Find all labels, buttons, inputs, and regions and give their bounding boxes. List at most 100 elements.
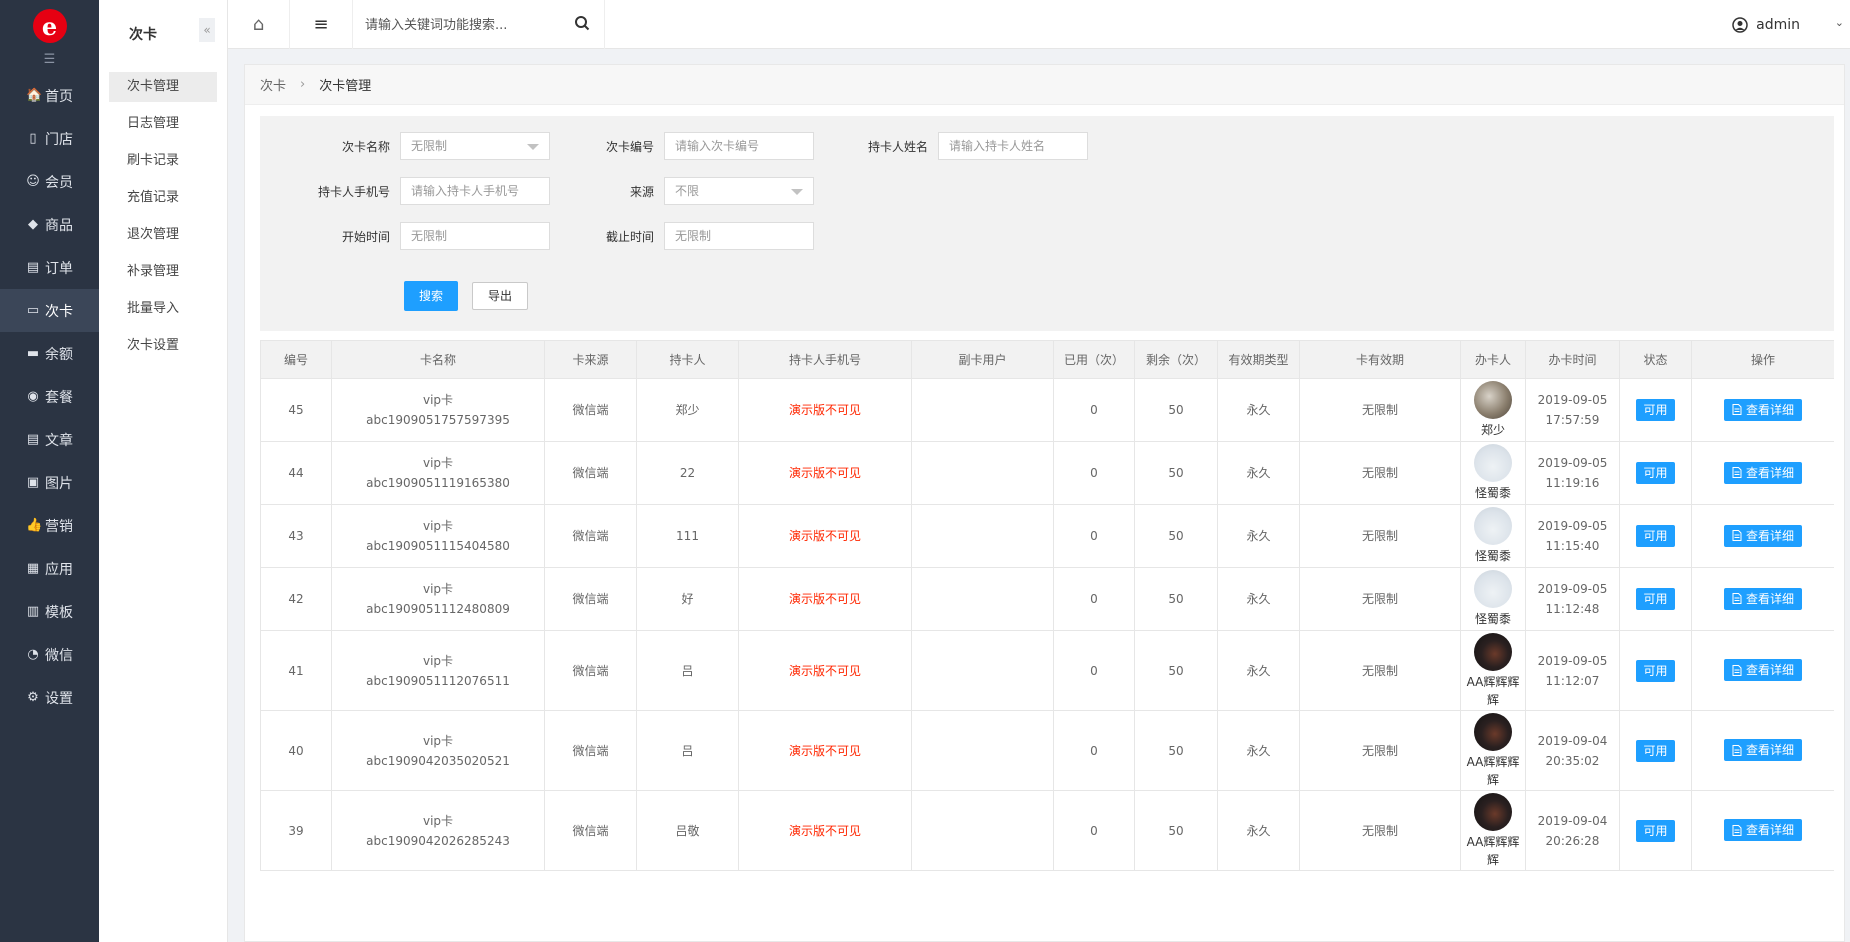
- create-date: 2019-09-05: [1537, 456, 1608, 470]
- cell-sub-user: [911, 504, 1054, 568]
- create-time: 17:57:59: [1545, 413, 1600, 427]
- nav-item-13[interactable]: ◔ 微信: [0, 633, 99, 676]
- column-header: 卡有效期: [1299, 340, 1461, 379]
- subnav-item-0[interactable]: 次卡管理: [109, 72, 217, 102]
- cell-validity: 无限制: [1299, 790, 1461, 871]
- table-row: 39 vip卡 abc1909042026285243 微信端 吕敬 演示版不可见 0 50 永…: [260, 790, 1834, 871]
- table-row: 43 vip卡 abc1909051115404580 微信端 111 演示版不可见 0 50…: [260, 504, 1834, 568]
- cell-remaining: 50: [1134, 790, 1218, 871]
- column-header: 有效期类型: [1217, 340, 1300, 379]
- cell-phone: 演示版不可见: [738, 630, 912, 711]
- start-time-input[interactable]: 无限制: [400, 222, 550, 250]
- nav-item-7[interactable]: ◉ 套餐: [0, 375, 99, 418]
- document-icon: [1732, 744, 1742, 756]
- nav-item-4[interactable]: ▤ 订单: [0, 246, 99, 289]
- holder-name-input[interactable]: 请输入持卡人姓名: [938, 132, 1088, 160]
- cell-id: 44: [260, 441, 332, 505]
- nav-item-label: 设置: [45, 690, 73, 707]
- search-icon[interactable]: [574, 15, 590, 31]
- nav-item-label: 订单: [45, 260, 73, 277]
- subnav-item-4[interactable]: 退次管理: [109, 220, 217, 250]
- card-no-input[interactable]: 请输入次卡编号: [664, 132, 814, 160]
- view-detail-label: 查看详细: [1745, 663, 1794, 678]
- create-date: 2019-09-05: [1537, 519, 1608, 533]
- subnav-title: 次卡: [129, 27, 157, 43]
- view-detail-label: 查看详细: [1745, 743, 1794, 758]
- nav-item-label: 微信: [45, 647, 73, 664]
- nav-item-14[interactable]: ⚙ 设置: [0, 676, 99, 719]
- cell-agent: AA辉辉辉辉: [1460, 710, 1526, 791]
- chevron-down-icon[interactable]: ⌄: [1835, 16, 1844, 29]
- view-detail-button[interactable]: 查看详细: [1723, 587, 1802, 610]
- nav-item-10[interactable]: 👍 营销: [0, 504, 99, 547]
- avatar: [1474, 632, 1512, 671]
- cell-holder: 好: [636, 567, 739, 631]
- nav-item-2[interactable]: ☺ 会员: [0, 160, 99, 203]
- nav-item-5[interactable]: ▭ 次卡: [0, 289, 99, 332]
- nav-item-6[interactable]: ▬ 余额: [0, 332, 99, 375]
- nav-item-11[interactable]: ▦ 应用: [0, 547, 99, 590]
- card-name-line2: abc1909051112480809: [366, 602, 510, 616]
- column-header: 办卡人: [1460, 340, 1526, 379]
- nav-item-1[interactable]: ▯ 门店: [0, 117, 99, 160]
- menu-icon[interactable]: ≡: [290, 0, 353, 49]
- cell-card-name: vip卡 abc1909042026285243: [331, 790, 545, 871]
- document-icon: [1732, 664, 1742, 676]
- nav-item-3[interactable]: ◆ 商品: [0, 203, 99, 246]
- cell-validity: 无限制: [1299, 441, 1461, 505]
- collapse-sidebar-icon[interactable]: «: [199, 18, 215, 42]
- card-name-line1: vip卡: [422, 393, 454, 407]
- document-icon: [1732, 467, 1742, 479]
- holder-phone-label: 持卡人手机号: [317, 184, 390, 199]
- nav-item-label: 应用: [45, 561, 73, 578]
- view-detail-button[interactable]: 查看详细: [1723, 524, 1802, 547]
- nav-icon: 👍: [26, 518, 43, 533]
- view-detail-button[interactable]: 查看详细: [1723, 461, 1802, 484]
- card-name-select[interactable]: 无限制: [400, 132, 550, 160]
- end-time-input[interactable]: 无限制: [664, 222, 814, 250]
- create-time: 11:12:07: [1545, 673, 1600, 688]
- subnav-item-5[interactable]: 补录管理: [109, 257, 217, 287]
- user-menu[interactable]: admin: [1732, 14, 1800, 36]
- cell-action: 查看详细: [1691, 567, 1834, 631]
- nav-item-8[interactable]: ▤ 文章: [0, 418, 99, 461]
- nav-item-9[interactable]: ▣ 图片: [0, 461, 99, 504]
- search-button[interactable]: 搜索: [404, 281, 458, 311]
- view-detail-button[interactable]: 查看详细: [1723, 659, 1802, 682]
- home-icon[interactable]: ⌂: [228, 0, 290, 49]
- nav-icon: ▣: [26, 475, 40, 490]
- brand-logo[interactable]: e: [32, 9, 67, 43]
- column-header: 状态: [1619, 340, 1692, 379]
- create-time: 11:15:40: [1545, 539, 1600, 553]
- user-icon: [1732, 17, 1748, 33]
- card-name-line1: vip卡: [422, 653, 454, 668]
- subnav-item-2[interactable]: 刷卡记录: [109, 146, 217, 176]
- nav-icon: ⚙: [27, 690, 39, 705]
- search-input[interactable]: [365, 14, 565, 36]
- card-name-label: 次卡名称: [341, 139, 390, 154]
- cell-card-name: vip卡 abc1909051112076511: [331, 630, 545, 711]
- holder-phone-input[interactable]: 请输入持卡人手机号: [400, 177, 550, 205]
- export-button[interactable]: 导出: [472, 282, 528, 310]
- cell-used: 0: [1053, 710, 1135, 791]
- view-detail-button[interactable]: 查看详细: [1723, 819, 1802, 842]
- cell-validity-type: 永久: [1217, 378, 1300, 442]
- view-detail-label: 查看详细: [1745, 528, 1794, 543]
- breadcrumb-parent[interactable]: 次卡: [260, 75, 286, 94]
- subnav-item-1[interactable]: 日志管理: [109, 109, 217, 139]
- column-header: 编号: [260, 340, 332, 379]
- card-name-line2: abc1909051115404580: [366, 539, 510, 553]
- nav-item-12[interactable]: ▥ 模板: [0, 590, 99, 633]
- view-detail-button[interactable]: 查看详细: [1723, 398, 1802, 421]
- sidebar-toggle-icon[interactable]: ☰: [0, 52, 99, 72]
- card-name-line1: vip卡: [422, 813, 454, 828]
- subnav-item-3[interactable]: 充值记录: [109, 183, 217, 213]
- source-select[interactable]: 不限: [664, 177, 814, 205]
- subnav-item-6[interactable]: 批量导入: [109, 294, 217, 324]
- cell-holder: 吕敬: [636, 790, 739, 871]
- table-header-row: 编号 卡名称 卡来源 持卡人 持卡人手机号 副卡用户 已用（次） 剩余（次） 有效期类型 卡有效期…: [260, 340, 1834, 379]
- status-badge: 可用: [1636, 525, 1675, 547]
- nav-item-0[interactable]: 🏠 首页: [0, 74, 99, 117]
- subnav-item-7[interactable]: 次卡设置: [109, 331, 217, 361]
- view-detail-button[interactable]: 查看详细: [1723, 739, 1802, 762]
